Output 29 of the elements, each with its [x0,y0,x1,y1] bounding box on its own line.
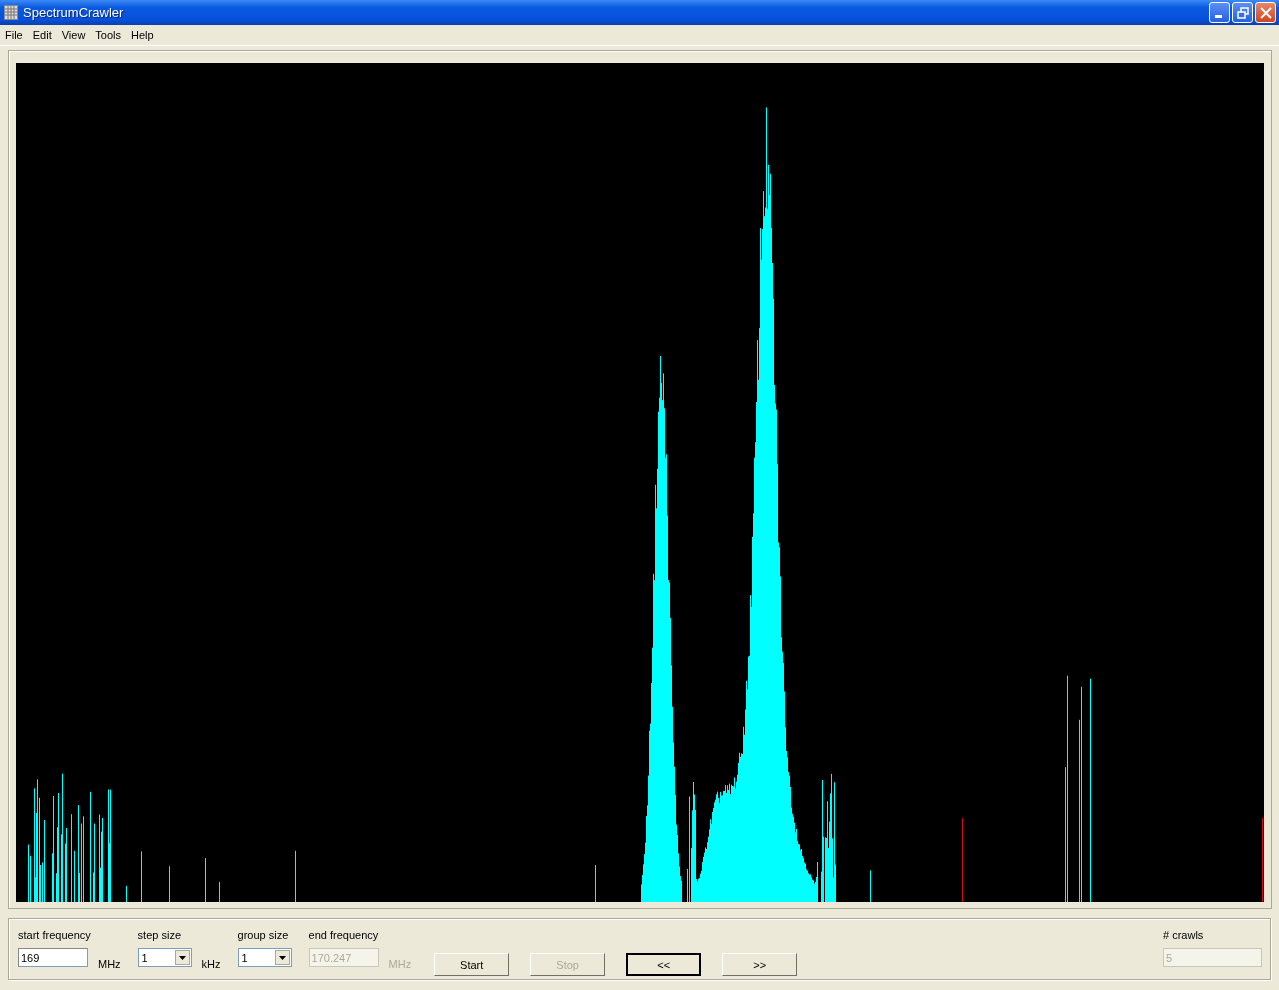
push-button[interactable]: >> [722,953,798,976]
field-label: start frequency [18,929,92,942]
restore-icon [1236,6,1249,19]
minimize-icon [1215,15,1222,18]
dropdown[interactable]: 1 [137,948,192,967]
field-label: step size [137,929,183,942]
menu-item[interactable]: File [0,29,28,41]
menu-item[interactable]: Help [126,29,159,41]
field-label: # crawls [1163,929,1205,942]
restore-button[interactable] [1232,2,1253,23]
field-label: end frequency [308,929,380,942]
close-button[interactable] [1255,2,1276,23]
field-label: group size [237,929,290,942]
menu-item[interactable]: Edit [27,29,57,41]
unit-label: MHz [98,958,121,970]
caret-icon [278,955,286,960]
push-button[interactable]: Start [434,953,510,976]
unit-label: kHz [201,958,221,970]
input-field[interactable]: 169 [18,948,88,967]
push-button[interactable]: << [626,953,702,976]
window-title: SpectrumCrawler [23,5,125,20]
caret-icon [178,955,186,960]
minimize-button[interactable] [1209,2,1230,23]
menu-item[interactable]: View [56,29,91,41]
menu-item[interactable]: Tools [90,29,127,41]
grid-icon [4,5,18,20]
dropdown[interactable]: 1 [237,948,292,967]
unit-label: MHz [388,958,412,970]
close-icon [1259,6,1272,19]
